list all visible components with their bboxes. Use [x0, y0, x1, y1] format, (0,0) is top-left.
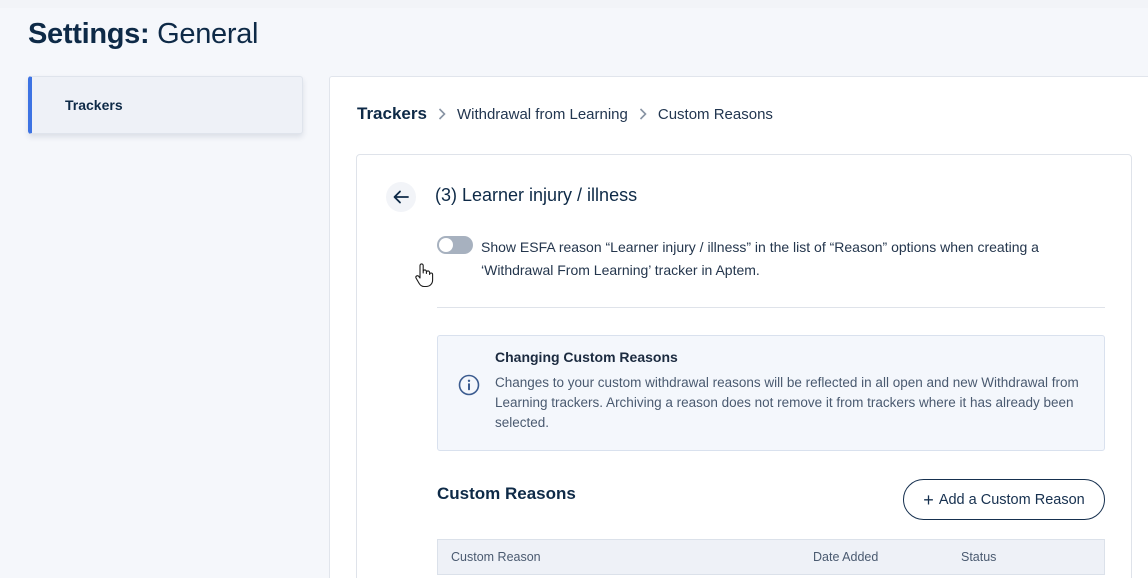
page-title-prefix: Settings:: [28, 18, 150, 50]
toggle-knob: [439, 238, 453, 252]
page-title: Settings: General: [28, 18, 258, 51]
column-header-date-added[interactable]: Date Added: [813, 550, 878, 564]
info-icon: [458, 374, 480, 396]
column-header-custom-reason[interactable]: Custom Reason: [451, 550, 541, 564]
info-text: Changes to your custom withdrawal reason…: [495, 375, 1079, 430]
arrow-left-icon: [393, 190, 409, 204]
sidebar-item-trackers[interactable]: Trackers: [28, 76, 303, 134]
custom-reasons-heading: Custom Reasons: [437, 484, 576, 503]
hand-cursor-icon: [415, 263, 434, 288]
chevron-right-icon: [628, 104, 658, 124]
divider: [437, 307, 1105, 308]
plus-icon: +: [923, 489, 934, 510]
breadcrumb-item-custom-reasons: Custom Reasons: [657, 105, 773, 123]
toggle-description: Show ESFA reason “Learner injury / illne…: [481, 239, 1039, 278]
chevron-right-icon: [427, 104, 457, 124]
top-bar: [0, 0, 1148, 8]
reason-title: (3) Learner injury / illness: [435, 185, 638, 205]
back-button[interactable]: [386, 182, 416, 212]
column-header-status[interactable]: Status: [961, 550, 996, 564]
esfa-reason-toggle[interactable]: [437, 236, 473, 254]
add-custom-reason-button[interactable]: + Add a Custom Reason: [903, 479, 1105, 520]
breadcrumb-root[interactable]: Trackers: [357, 104, 427, 124]
breadcrumb: Trackers Withdrawal from Learning Custom…: [357, 102, 773, 126]
add-custom-reason-label: Add a Custom Reason: [938, 491, 1085, 508]
page-title-section: General: [149, 18, 259, 50]
breadcrumb-item-withdrawal[interactable]: Withdrawal from Learning: [457, 106, 628, 123]
info-title: Changing Custom Reasons: [495, 349, 678, 365]
custom-reasons-table-header: Custom Reason Date Added Status: [437, 539, 1105, 575]
sidebar-item-label: Trackers: [65, 97, 123, 113]
